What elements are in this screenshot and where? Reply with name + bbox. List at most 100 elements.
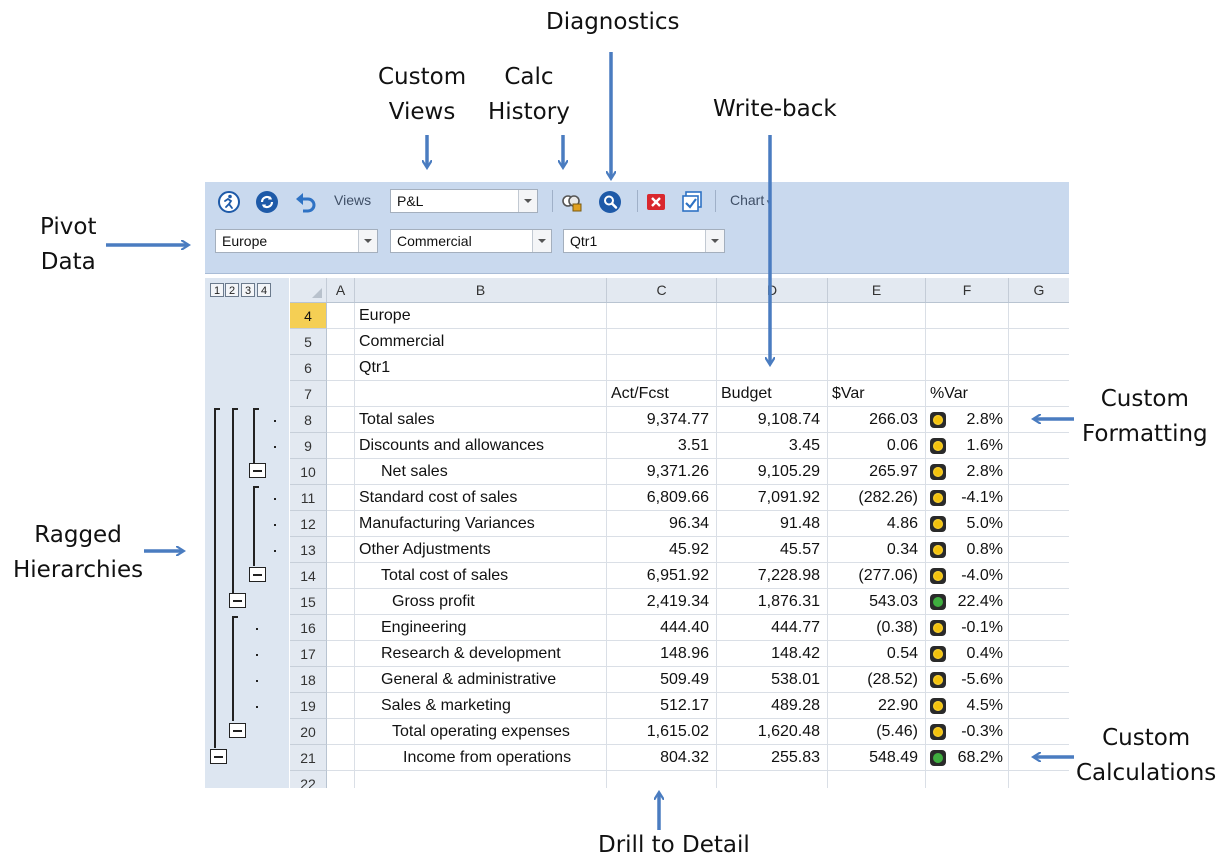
cell-value[interactable]: 0.34: [828, 537, 926, 563]
cell-label[interactable]: Europe: [355, 303, 607, 329]
cell-g[interactable]: [1009, 719, 1069, 745]
column-header-b[interactable]: B: [355, 278, 607, 302]
cell-value[interactable]: 548.49: [828, 745, 926, 771]
cell-value[interactable]: 91.48: [717, 511, 828, 537]
cell-label[interactable]: Manufacturing Variances: [355, 511, 607, 537]
row-header[interactable]: 16: [290, 615, 327, 641]
cell-value[interactable]: [828, 355, 926, 381]
row-header[interactable]: 19: [290, 693, 327, 719]
cell-percent-variance[interactable]: [926, 329, 1009, 355]
column-header-a[interactable]: A: [327, 278, 355, 302]
cell-value[interactable]: [717, 329, 828, 355]
cell-g[interactable]: [1009, 641, 1069, 667]
cell-value[interactable]: [717, 303, 828, 329]
cell-g[interactable]: [1009, 303, 1069, 329]
filter-channel-select[interactable]: Commercial: [390, 229, 552, 253]
undo-icon[interactable]: [294, 190, 318, 214]
writeback-icon[interactable]: [680, 190, 704, 214]
cell-value[interactable]: 9,371.26: [607, 459, 717, 485]
cell-value[interactable]: 9,374.77: [607, 407, 717, 433]
cell-percent-variance[interactable]: 2.8%: [926, 459, 1009, 485]
cell-value[interactable]: [607, 329, 717, 355]
cell-a[interactable]: [327, 589, 355, 615]
cell-g[interactable]: [1009, 459, 1069, 485]
row-header[interactable]: 7: [290, 381, 327, 407]
views-select[interactable]: P&L: [390, 189, 538, 213]
cell-value[interactable]: [828, 303, 926, 329]
row-header[interactable]: 11: [290, 485, 327, 511]
cell-value[interactable]: 4.86: [828, 511, 926, 537]
cell-a[interactable]: [327, 537, 355, 563]
cell-a[interactable]: [327, 433, 355, 459]
cell-value[interactable]: 7,091.92: [717, 485, 828, 511]
cell-value[interactable]: 255.83: [717, 745, 828, 771]
cell-g[interactable]: [1009, 485, 1069, 511]
cell-percent-variance[interactable]: 4.5%: [926, 693, 1009, 719]
cell-a[interactable]: [327, 459, 355, 485]
cell-value[interactable]: 0.06: [828, 433, 926, 459]
cell-value[interactable]: 2,419.34: [607, 589, 717, 615]
cell-g[interactable]: [1009, 589, 1069, 615]
cell-label[interactable]: [355, 771, 607, 788]
outline-collapse-button[interactable]: [229, 723, 246, 738]
cell-value[interactable]: 22.90: [828, 693, 926, 719]
cell-g[interactable]: [1009, 407, 1069, 433]
close-icon[interactable]: [644, 190, 668, 214]
diagnostics-icon[interactable]: [598, 190, 622, 214]
outline-level-3-button[interactable]: 3: [241, 283, 255, 297]
row-header[interactable]: 9: [290, 433, 327, 459]
cell-value[interactable]: 3.51: [607, 433, 717, 459]
cell-percent-variance[interactable]: 2.8%: [926, 407, 1009, 433]
cell-a[interactable]: [327, 667, 355, 693]
cell-label[interactable]: Total operating expenses: [355, 719, 607, 745]
cell-label[interactable]: [355, 381, 607, 407]
cell-value[interactable]: [717, 771, 828, 788]
cell-label[interactable]: Gross profit: [355, 589, 607, 615]
cell-a[interactable]: [327, 719, 355, 745]
cell-value[interactable]: 3.45: [717, 433, 828, 459]
cell-value[interactable]: 489.28: [717, 693, 828, 719]
cell-a[interactable]: [327, 485, 355, 511]
cell-label[interactable]: Total sales: [355, 407, 607, 433]
row-header[interactable]: 18: [290, 667, 327, 693]
cell-value[interactable]: 538.01: [717, 667, 828, 693]
outline-collapse-button[interactable]: [249, 463, 266, 478]
cell-value[interactable]: [828, 329, 926, 355]
cell-value[interactable]: 7,228.98: [717, 563, 828, 589]
cell-value[interactable]: (282.26): [828, 485, 926, 511]
chevron-down-icon[interactable]: [705, 230, 724, 252]
cell-label[interactable]: Income from operations: [355, 745, 607, 771]
cell-value[interactable]: 804.32: [607, 745, 717, 771]
row-header[interactable]: 15: [290, 589, 327, 615]
cell-a[interactable]: [327, 563, 355, 589]
cell-label[interactable]: Research & development: [355, 641, 607, 667]
cell-percent-variance[interactable]: -5.6%: [926, 667, 1009, 693]
cell-percent-variance[interactable]: 0.8%: [926, 537, 1009, 563]
cell-value[interactable]: 444.40: [607, 615, 717, 641]
cell-value[interactable]: [717, 355, 828, 381]
row-header[interactable]: 14: [290, 563, 327, 589]
cell-g[interactable]: [1009, 381, 1069, 407]
cell-percent-variance[interactable]: -0.3%: [926, 719, 1009, 745]
cell-a[interactable]: [327, 303, 355, 329]
cell-value[interactable]: 6,951.92: [607, 563, 717, 589]
row-header[interactable]: 17: [290, 641, 327, 667]
row-header[interactable]: 5: [290, 329, 327, 355]
cell-label[interactable]: Net sales: [355, 459, 607, 485]
outline-level-1-button[interactable]: 1: [210, 283, 224, 297]
cell-value[interactable]: 148.42: [717, 641, 828, 667]
cell-a[interactable]: [327, 693, 355, 719]
cell-g[interactable]: [1009, 745, 1069, 771]
cell-a[interactable]: [327, 615, 355, 641]
cell-g[interactable]: [1009, 537, 1069, 563]
cell-value[interactable]: 9,105.29: [717, 459, 828, 485]
cell-percent-variance[interactable]: 22.4%: [926, 589, 1009, 615]
cell-g[interactable]: [1009, 693, 1069, 719]
cell-a[interactable]: [327, 771, 355, 788]
outline-level-4-button[interactable]: 4: [257, 283, 271, 297]
column-caption[interactable]: $Var: [828, 381, 926, 407]
cell-percent-variance[interactable]: 0.4%: [926, 641, 1009, 667]
cell-value[interactable]: 96.34: [607, 511, 717, 537]
cell-a[interactable]: [327, 641, 355, 667]
column-caption[interactable]: %Var: [926, 381, 1009, 407]
